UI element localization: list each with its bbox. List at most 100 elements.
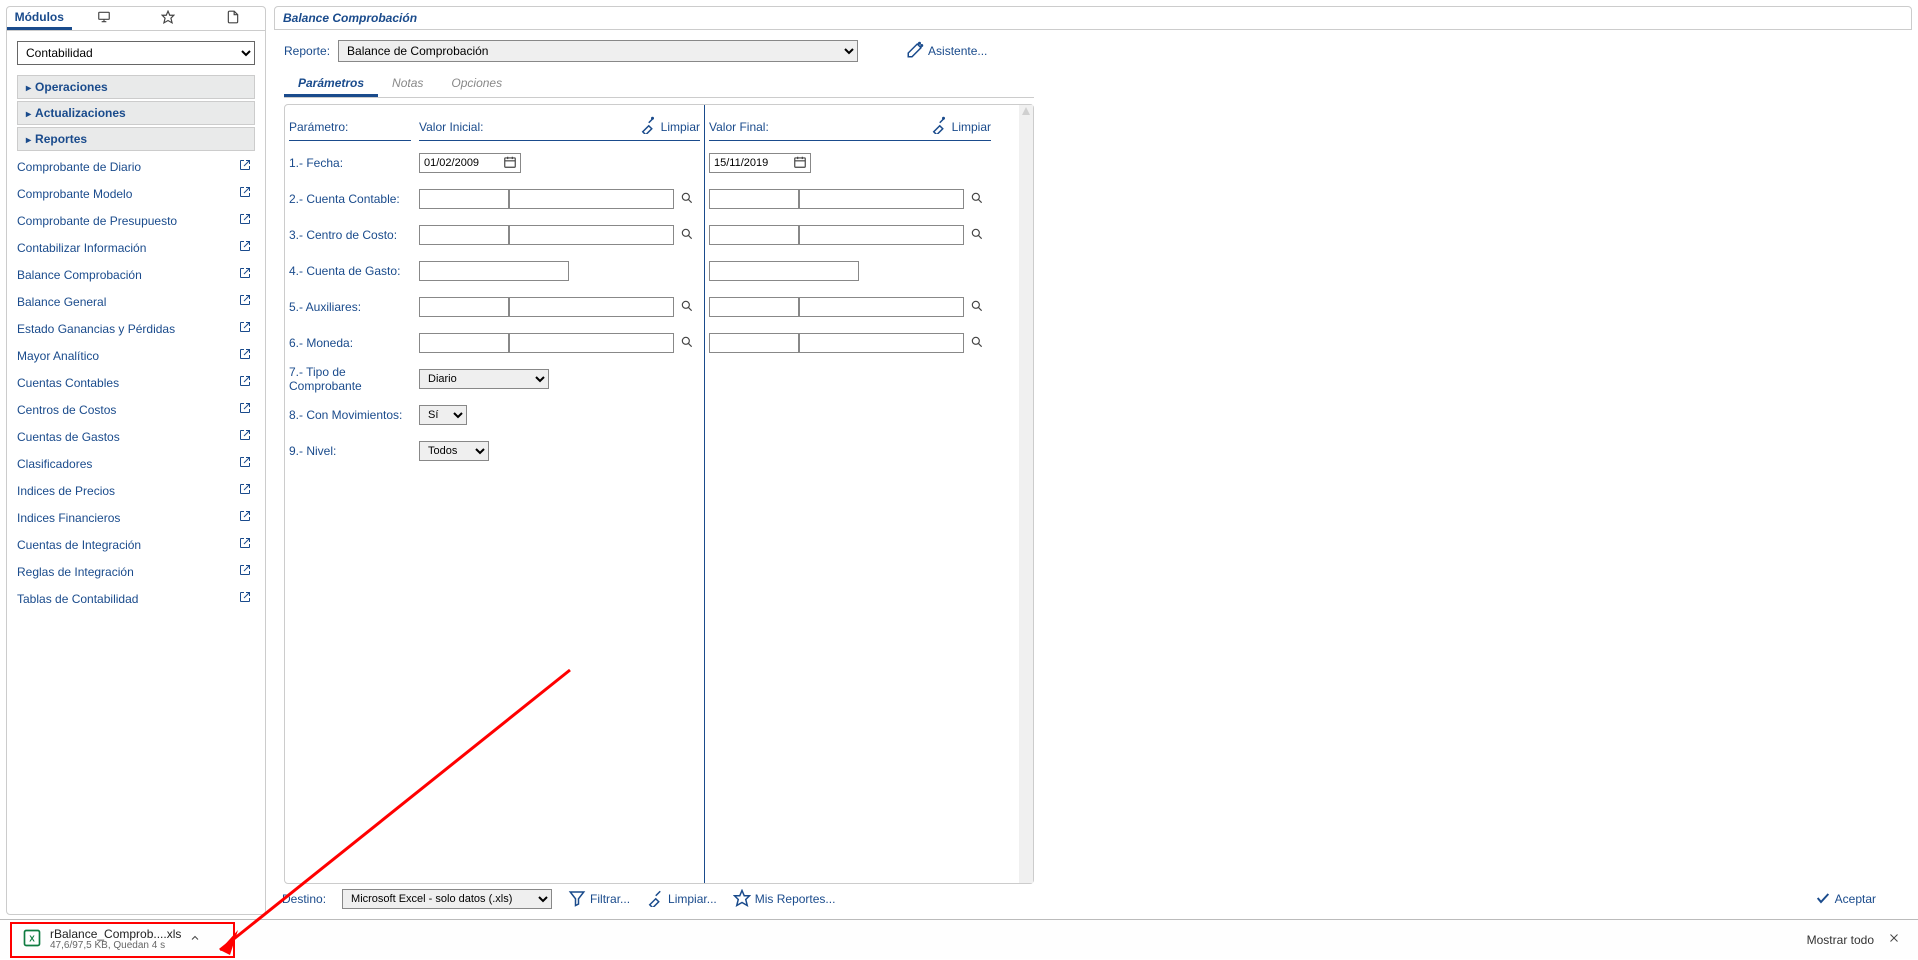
report-item-16[interactable]: Tablas de Contabilidad: [17, 585, 255, 612]
fecha-inicial-input[interactable]: [419, 153, 521, 173]
auxiliares-inicial-2[interactable]: [509, 297, 674, 317]
download-item[interactable]: X rBalance_Comprob....xls 47,6/97,5 KB, …: [10, 922, 235, 958]
filter-icon: [568, 889, 586, 910]
cuenta-gasto-final[interactable]: [709, 261, 859, 281]
report-item-3[interactable]: Contabilizar Información: [17, 234, 255, 261]
report-item-7[interactable]: Mayor Analítico: [17, 342, 255, 369]
cuenta-contable-inicial-1[interactable]: [419, 189, 509, 209]
cuenta-gasto-inicial[interactable]: [419, 261, 569, 281]
download-bar: X rBalance_Comprob....xls 47,6/97,5 KB, …: [0, 919, 1918, 959]
report-item-15[interactable]: Reglas de Integración: [17, 558, 255, 585]
sidebar-tab-favorites[interactable]: [136, 7, 201, 30]
close-icon[interactable]: [1888, 932, 1900, 947]
destino-select[interactable]: Microsoft Excel - solo datos (.xls): [342, 889, 552, 909]
search-icon[interactable]: [964, 227, 984, 244]
cuenta-contable-inicial-2[interactable]: [509, 189, 674, 209]
report-item-label: Balance General: [17, 295, 106, 309]
report-item-2[interactable]: Comprobante de Presupuesto: [17, 207, 255, 234]
aceptar-button[interactable]: Aceptar: [1815, 890, 1876, 909]
report-item-4[interactable]: Balance Comprobación: [17, 261, 255, 288]
centro-costo-inicial-2[interactable]: [509, 225, 674, 245]
open-external-icon: [239, 348, 251, 363]
section-operaciones[interactable]: Operaciones: [17, 75, 255, 99]
sidebar-tab-monitor[interactable]: [72, 7, 137, 30]
report-item-10[interactable]: Cuentas de Gastos: [17, 423, 255, 450]
star-icon: [161, 10, 175, 27]
search-icon[interactable]: [964, 299, 984, 316]
param-label-2: 3.- Centro de Costo:: [289, 217, 411, 253]
open-external-icon: [239, 294, 251, 309]
report-item-14[interactable]: Cuentas de Integración: [17, 531, 255, 558]
search-icon[interactable]: [674, 335, 694, 352]
report-item-8[interactable]: Cuentas Contables: [17, 369, 255, 396]
fecha-final-input[interactable]: [709, 153, 811, 173]
search-icon[interactable]: [964, 191, 984, 208]
open-external-icon: [239, 510, 251, 525]
limpiar-inicial-button[interactable]: Limpiar: [639, 116, 700, 137]
limpiar-final-button[interactable]: Limpiar: [930, 116, 991, 137]
report-item-12[interactable]: Indices de Precios: [17, 477, 255, 504]
auxiliares-final-2[interactable]: [799, 297, 964, 317]
open-external-icon: [239, 375, 251, 390]
centro-costo-final-2[interactable]: [799, 225, 964, 245]
open-external-icon: [239, 267, 251, 282]
auxiliares-inicial-1[interactable]: [419, 297, 509, 317]
moneda-inicial-1[interactable]: [419, 333, 509, 353]
report-item-label: Cuentas de Integración: [17, 538, 141, 552]
moneda-final-2[interactable]: [799, 333, 964, 353]
report-item-label: Cuentas Contables: [17, 376, 119, 390]
search-icon[interactable]: [964, 335, 984, 352]
section-reportes[interactable]: Reportes: [17, 127, 255, 151]
section-actualizaciones[interactable]: Actualizaciones: [17, 101, 255, 125]
mis-reportes-button[interactable]: Mis Reportes...: [733, 889, 836, 910]
sidebar-tab-modulos[interactable]: Módulos: [7, 7, 72, 30]
report-item-label: Cuentas de Gastos: [17, 430, 120, 444]
asistente-button[interactable]: Asistente...: [906, 41, 987, 62]
report-item-11[interactable]: Clasificadores: [17, 450, 255, 477]
param-label-4: 5.- Auxiliares:: [289, 289, 411, 325]
tipo-comprobante-select[interactable]: Diario: [419, 369, 549, 389]
reporte-label: Reporte:: [284, 44, 330, 58]
report-item-0[interactable]: Comprobante de Diario: [17, 153, 255, 180]
report-item-9[interactable]: Centros de Costos: [17, 396, 255, 423]
download-status: 47,6/97,5 KB, Quedan 4 s: [50, 940, 181, 952]
filtrar-button[interactable]: Filtrar...: [568, 889, 630, 910]
moneda-inicial-2[interactable]: [509, 333, 674, 353]
nivel-select[interactable]: Todos: [419, 441, 489, 461]
moneda-final-1[interactable]: [709, 333, 799, 353]
search-icon[interactable]: [674, 191, 694, 208]
centro-costo-final-1[interactable]: [709, 225, 799, 245]
check-icon: [1815, 890, 1831, 909]
col-head-parametro: Parámetro:: [289, 113, 411, 141]
param-label-1: 2.- Cuenta Contable:: [289, 181, 411, 217]
excel-file-icon: X: [22, 928, 42, 951]
open-external-icon: [239, 483, 251, 498]
cuenta-contable-final-1[interactable]: [709, 189, 799, 209]
report-item-5[interactable]: Balance General: [17, 288, 255, 315]
report-item-1[interactable]: Comprobante Modelo: [17, 180, 255, 207]
report-item-13[interactable]: Indices Financieros: [17, 504, 255, 531]
tab-opciones[interactable]: Opciones: [437, 72, 516, 97]
cuenta-contable-final-2[interactable]: [799, 189, 964, 209]
scrollbar[interactable]: [1019, 105, 1033, 883]
report-item-label: Tablas de Contabilidad: [17, 592, 138, 606]
reporte-select[interactable]: Balance de Comprobación: [338, 40, 858, 62]
auxiliares-final-1[interactable]: [709, 297, 799, 317]
open-external-icon: [239, 429, 251, 444]
module-select[interactable]: Contabilidad: [17, 41, 255, 65]
tab-notas[interactable]: Notas: [378, 72, 437, 97]
open-external-icon: [239, 402, 251, 417]
col-head-final: Valor Final:: [709, 120, 769, 134]
sidebar-tab-doc[interactable]: [201, 7, 266, 30]
param-label-5: 6.- Moneda:: [289, 325, 411, 361]
chevron-up-icon[interactable]: [189, 932, 201, 947]
search-icon[interactable]: [674, 299, 694, 316]
con-movimientos-select[interactable]: Sí: [419, 405, 467, 425]
report-item-label: Comprobante de Diario: [17, 160, 141, 174]
show-all-button[interactable]: Mostrar todo: [1807, 933, 1874, 947]
centro-costo-inicial-1[interactable]: [419, 225, 509, 245]
limpiar-footer-button[interactable]: Limpiar...: [646, 889, 717, 910]
search-icon[interactable]: [674, 227, 694, 244]
report-item-6[interactable]: Estado Ganancias y Pérdidas: [17, 315, 255, 342]
tab-parametros[interactable]: Parámetros: [284, 72, 378, 97]
